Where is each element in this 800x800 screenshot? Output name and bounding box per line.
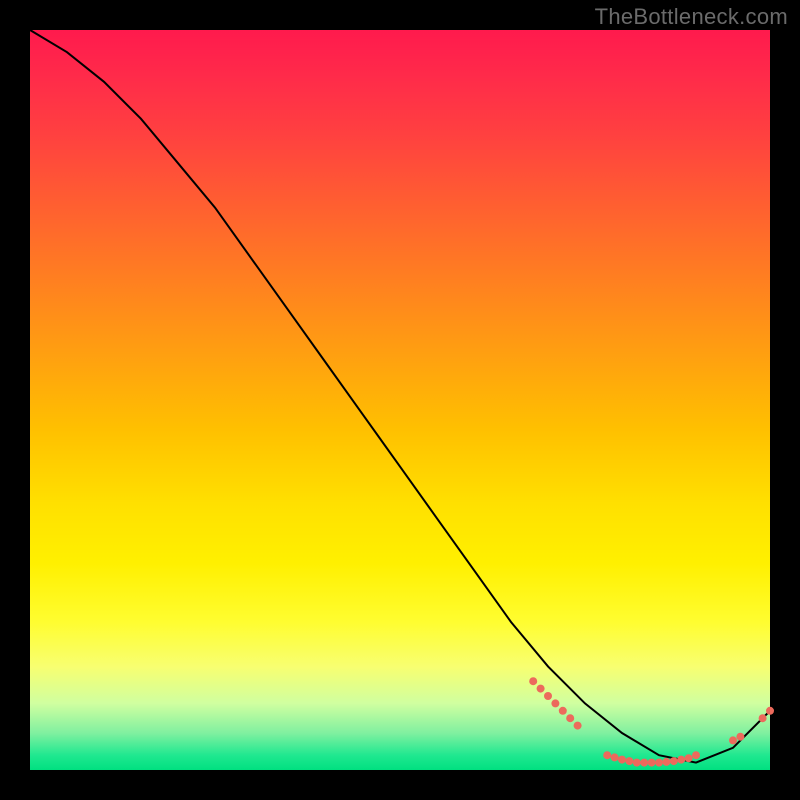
data-dot (766, 707, 774, 715)
curve-path (30, 30, 770, 763)
chart-container: TheBottleneck.com (0, 0, 800, 800)
data-dot (625, 757, 633, 765)
data-dot (662, 758, 670, 766)
data-dot (537, 685, 545, 693)
data-dot (736, 733, 744, 741)
data-dot (759, 714, 767, 722)
data-dots (529, 677, 774, 766)
data-dot (574, 722, 582, 730)
curve-line (30, 30, 770, 763)
data-dot (633, 759, 641, 767)
data-dot (551, 699, 559, 707)
data-dot (529, 677, 537, 685)
data-dot (603, 751, 611, 759)
data-dot (677, 756, 685, 764)
data-dot (655, 759, 663, 767)
data-dot (648, 759, 656, 767)
data-dot (566, 714, 574, 722)
data-dot (559, 707, 567, 715)
data-dot (640, 759, 648, 767)
watermark-text: TheBottleneck.com (595, 4, 788, 30)
data-dot (544, 692, 552, 700)
data-dot (685, 754, 693, 762)
data-dot (618, 756, 626, 764)
data-dot (611, 753, 619, 761)
chart-overlay (30, 30, 770, 770)
data-dot (729, 736, 737, 744)
data-dot (670, 757, 678, 765)
data-dot (692, 751, 700, 759)
